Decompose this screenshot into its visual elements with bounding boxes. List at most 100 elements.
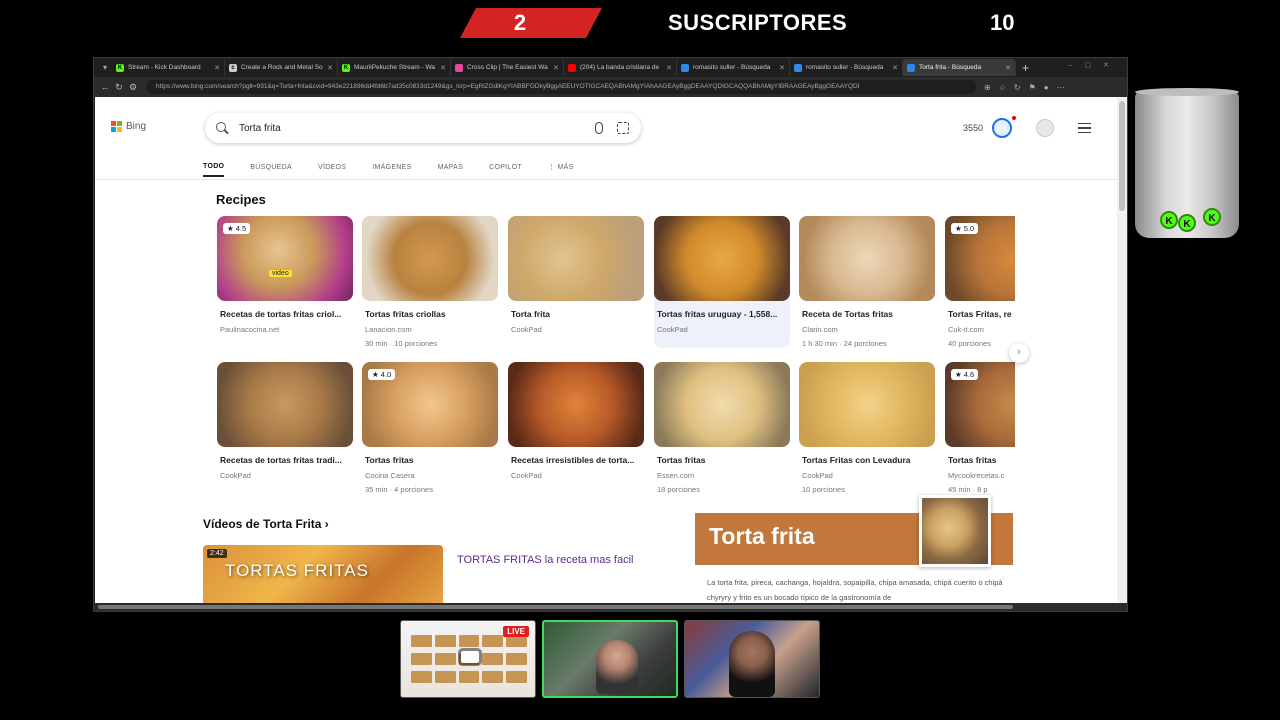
search-input[interactable]	[239, 122, 579, 134]
reload-icon[interactable]: ↻	[112, 82, 126, 93]
recipe-card[interactable]: ★ 5.0 Tortas Fritas, re Cuk-it.com 40 porci…	[945, 216, 1015, 348]
close-tab-icon[interactable]: ✕	[779, 64, 785, 72]
recipe-image[interactable]	[508, 362, 644, 447]
close-tab-icon[interactable]: ✕	[1005, 64, 1011, 72]
recipe-title[interactable]: Recetas irresistibles de torta...	[511, 455, 643, 465]
search-box[interactable]	[205, 113, 641, 143]
stream-overlay-top: 2 SUSCRIPTORES 10	[0, 0, 1280, 48]
rewards-icon[interactable]	[992, 118, 1012, 138]
recipe-image[interactable]: ★ 4.6	[945, 362, 1015, 447]
recipe-title[interactable]: Receta de Tortas fritas	[802, 309, 934, 319]
microphone-icon[interactable]	[595, 122, 603, 134]
tab-more[interactable]: ⋮ MÁS	[548, 157, 574, 177]
close-tab-icon[interactable]: ✕	[214, 64, 220, 72]
video-title-link[interactable]: TORTAS FRITAS la receta mas facil	[457, 551, 637, 569]
kick-token-icon: K	[1178, 214, 1196, 232]
close-tab-icon[interactable]: ✕	[892, 64, 898, 72]
close-tab-icon[interactable]: ✕	[440, 64, 446, 72]
recipe-title[interactable]: Tortas Fritas, re	[948, 309, 1015, 319]
webcam-thumbnail-guest[interactable]	[684, 620, 820, 698]
videos-heading[interactable]: Vídeos de Torta Frita ›	[203, 517, 329, 531]
tab-images[interactable]: IMÁGENES	[372, 157, 411, 177]
recipe-image[interactable]	[799, 362, 935, 447]
recipe-card[interactable]: ★ 4.6 Tortas fritas Mycookrecetas.c 45 min …	[945, 362, 1015, 494]
address-bar[interactable]: https://www.bing.com/search?pglt=931&q=T…	[146, 80, 976, 94]
recipe-card[interactable]: Tortas fritas uruguay - 1,558... CookPad	[654, 216, 790, 348]
carousel-next-button[interactable]: ›	[1009, 343, 1029, 363]
recipe-image[interactable]	[508, 216, 644, 301]
recipe-card[interactable]: Tortas Fritas con Levadura CookPad 10 porc…	[799, 362, 935, 494]
recipe-card[interactable]: Tortas fritas Essen.com 18 porciones	[654, 362, 790, 494]
recipe-card[interactable]: ★ 4.5 video Recetas de tortas fritas criol…	[217, 216, 353, 348]
search-icon	[215, 121, 229, 135]
recipe-image[interactable]	[654, 362, 790, 447]
recipe-image[interactable]: ★ 4.5 video	[217, 216, 353, 301]
browser-tab[interactable]: romasito suller - Búsqueda ✕	[790, 59, 903, 76]
webcam-thumbnail-host[interactable]	[542, 620, 678, 698]
recipe-image[interactable]	[362, 216, 498, 301]
browser-tab[interactable]: romasito suller - Búsqueda ✕	[677, 59, 790, 76]
recipe-title[interactable]: Tortas Fritas con Levadura	[802, 455, 934, 465]
browser-tab[interactable]: Torta frita - Búsqueda ✕	[903, 59, 1016, 76]
video-thumbnail[interactable]: 2:42 TORTAS FRITAS	[203, 545, 443, 605]
browser-window: ▾ K Stream - Kick Dashboard ✕ c Create a Roc…	[93, 57, 1128, 612]
browser-tab[interactable]: c Create a Rock and Metal So ✕	[225, 59, 338, 76]
tab-label: romasito suller - Búsqueda	[806, 64, 884, 71]
recipe-title[interactable]: Tortas fritas criollas	[365, 309, 497, 319]
recipe-meta: 1 h 30 min · 24 porciones	[802, 339, 887, 348]
browser-tab[interactable]: Cross Clip | The Easiest Wa ✕	[451, 59, 564, 76]
knowledge-panel-title: Torta frita	[709, 523, 815, 549]
tab-favicon-icon	[568, 63, 576, 72]
recipe-card[interactable]: Receta de Tortas fritas Clarin.com 1 h 30 …	[799, 216, 935, 348]
horizontal-scrollbar[interactable]	[94, 603, 1127, 611]
recipe-card[interactable]: Tortas fritas criollas Lanacion.com 30 min…	[362, 216, 498, 348]
menu-icon[interactable]	[1078, 123, 1091, 133]
recipe-image[interactable]: ★ 5.0	[945, 216, 1015, 301]
recipe-title[interactable]: Tortas fritas	[657, 455, 789, 465]
recipe-image[interactable]	[799, 216, 935, 301]
recipe-card[interactable]: ★ 4.0 Tortas fritas Cocina Casera 35 min · …	[362, 362, 498, 494]
close-tab-icon[interactable]: ✕	[327, 64, 333, 72]
browser-tab[interactable]: K Stream - Kick Dashboard ✕	[112, 59, 225, 76]
recipe-card[interactable]: Recetas irresistibles de torta... CookPad	[508, 362, 644, 494]
visual-search-icon[interactable]	[617, 122, 629, 134]
tab-search[interactable]: BÚSQUEDA	[250, 157, 292, 177]
vertical-scrollbar[interactable]	[1117, 97, 1127, 605]
tab-maps[interactable]: MAPAS	[438, 157, 464, 177]
knowledge-panel-image[interactable]	[919, 495, 991, 567]
recipe-title[interactable]: Tortas fritas	[948, 455, 1015, 465]
bing-logo[interactable]: Bing	[111, 121, 146, 132]
recipe-image[interactable]: ★ 4.0	[362, 362, 498, 447]
rating-badge: ★ 4.6	[951, 369, 979, 380]
recipe-card[interactable]: Torta frita CookPad	[508, 216, 644, 348]
recipe-source: CookPad	[220, 471, 251, 480]
recipe-title[interactable]: Tortas fritas uruguay - 1,558...	[657, 309, 789, 319]
rating-badge: ★ 5.0	[951, 223, 979, 234]
new-tab-button[interactable]: +	[1022, 61, 1029, 75]
rewards-points[interactable]: 3550	[963, 123, 983, 133]
site-info-icon[interactable]: ⚙	[126, 82, 140, 93]
close-tab-icon[interactable]: ✕	[666, 64, 672, 72]
recipe-title[interactable]: Recetas de tortas fritas tradi...	[220, 455, 352, 465]
tab-label: MauriiPekuche Stream - Wa	[354, 64, 436, 71]
browser-tab[interactable]: K MauriiPekuche Stream - Wa ✕	[338, 59, 451, 76]
tab-videos[interactable]: VÍDEOS	[318, 157, 346, 177]
tab-all[interactable]: TODO	[203, 157, 225, 177]
recipe-source: Paulinacocina.net	[220, 325, 280, 334]
recipe-image[interactable]	[654, 216, 790, 301]
recipe-card[interactable]: Recetas de tortas fritas tradi... CookPad	[217, 362, 353, 494]
browser-tab[interactable]: (204) La banda cristiana de ✕	[564, 59, 677, 76]
account-avatar-icon[interactable]	[1036, 119, 1054, 137]
recipe-image[interactable]	[217, 362, 353, 447]
back-icon[interactable]: ←	[98, 82, 112, 92]
screen-share-thumbnail[interactable]: LIVE	[400, 620, 536, 698]
recipe-title[interactable]: Torta frita	[511, 309, 643, 319]
tab-copilot[interactable]: COPILOT	[489, 157, 522, 177]
toolbar-extension-icons[interactable]: ⊕☆↻⚑●⋯	[984, 83, 1073, 92]
recipe-title[interactable]: Recetas de tortas fritas criol...	[220, 309, 352, 319]
recipe-title[interactable]: Tortas fritas	[365, 455, 497, 465]
window-controls[interactable]: –▢✕	[1069, 61, 1121, 69]
knowledge-panel-description: La torta frita, pireca, cachanga, hojald…	[707, 578, 1003, 602]
tab-search-icon[interactable]: ▾	[98, 63, 112, 72]
close-tab-icon[interactable]: ✕	[553, 64, 559, 72]
